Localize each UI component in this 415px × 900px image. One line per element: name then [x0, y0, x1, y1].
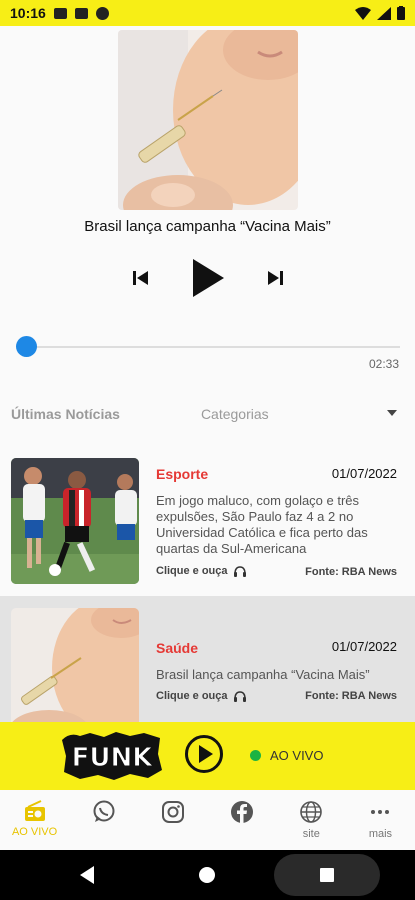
skip-next-icon: [267, 271, 283, 285]
news-list-item[interactable]: Esporte 01/07/2022 Em jogo maluco, com g…: [0, 448, 415, 594]
nav-label: site: [302, 828, 320, 840]
news-tabs: Últimas Notícias Categorias: [0, 398, 415, 430]
track-title: Brasil lança campanha “Vacina Mais”: [84, 218, 331, 235]
mail-icon: [53, 7, 67, 19]
news-source: Fonte: RBA News: [305, 566, 397, 578]
progress-slider[interactable]: [16, 336, 400, 358]
sync-icon: [95, 6, 109, 20]
nav-label: AO VIVO: [11, 826, 58, 838]
news-thumbnail: [11, 458, 139, 584]
news-date: 01/07/2022: [331, 466, 397, 481]
news-category: Esporte: [156, 466, 209, 482]
sim-card-icon: [74, 7, 88, 19]
news-category: Saúde: [156, 640, 199, 656]
listen-label: Clique e ouça: [156, 565, 228, 577]
play-circle-icon: [185, 735, 223, 773]
nav-label: mais: [368, 828, 393, 840]
live-status: AO VIVO: [270, 748, 324, 763]
skip-previous-icon: [132, 271, 148, 285]
listen-button[interactable]: Clique e ouça: [156, 565, 246, 577]
logo-text: FUNK: [72, 743, 154, 773]
news-thumbnail: [11, 608, 139, 722]
headphones-icon: [233, 565, 246, 577]
nav-live[interactable]: AO VIVO: [0, 790, 69, 850]
nav-whatsapp[interactable]: [69, 790, 138, 850]
home-icon[interactable]: [199, 867, 215, 883]
progress-thumb[interactable]: [16, 336, 37, 357]
status-bar: 10:16: [0, 0, 415, 26]
categories-dropdown[interactable]: Categorias: [201, 406, 269, 422]
whatsapp-icon: [93, 800, 115, 822]
live-player-bar: FUNK AO VIVO: [0, 722, 415, 790]
more-icon: [371, 810, 390, 814]
system-navigation-bar: [0, 850, 415, 900]
globe-icon: [300, 801, 323, 823]
nav-site[interactable]: site: [277, 790, 346, 850]
signal-icon: [377, 6, 391, 20]
tab-latest-news[interactable]: Últimas Notícias: [11, 406, 120, 422]
bottom-navigation: AO VIVO site mais: [0, 790, 415, 850]
facebook-icon: [231, 801, 254, 823]
headphones-icon: [233, 690, 246, 702]
nav-more[interactable]: mais: [346, 790, 415, 850]
play-button[interactable]: [191, 258, 225, 298]
live-indicator-dot: [250, 750, 261, 761]
nav-instagram[interactable]: [138, 790, 207, 850]
nav-facebook[interactable]: [208, 790, 277, 850]
dropdown-caret-icon[interactable]: [387, 410, 397, 416]
live-play-button[interactable]: [184, 734, 224, 779]
news-headline[interactable]: Brasil lança campanha “Vacina Mais”: [156, 667, 402, 683]
progress-track: [22, 346, 400, 348]
news-source: Fonte: RBA News: [305, 690, 397, 702]
wifi-icon: [355, 6, 371, 20]
news-date: 01/07/2022: [331, 639, 397, 654]
radio-icon: [24, 800, 45, 821]
player-controls: [0, 254, 415, 302]
track-duration: 02:33: [368, 357, 399, 371]
previous-button[interactable]: [132, 271, 149, 285]
play-icon: [192, 259, 224, 297]
funk-logo: FUNK: [60, 730, 164, 782]
listen-button[interactable]: Clique e ouça: [156, 690, 246, 702]
recents-icon[interactable]: [320, 868, 334, 882]
listen-label: Clique e ouça: [156, 690, 228, 702]
news-headline[interactable]: Em jogo maluco, com golaço e três expuls…: [156, 493, 402, 557]
back-icon[interactable]: [80, 866, 94, 884]
status-time: 10:16: [10, 5, 46, 21]
battery-icon: [397, 6, 405, 20]
news-list-item[interactable]: Saúde 01/07/2022 Brasil lança campanha “…: [0, 596, 415, 722]
next-button[interactable]: [267, 271, 283, 285]
track-cover-image: [118, 30, 298, 210]
instagram-icon: [161, 801, 184, 823]
